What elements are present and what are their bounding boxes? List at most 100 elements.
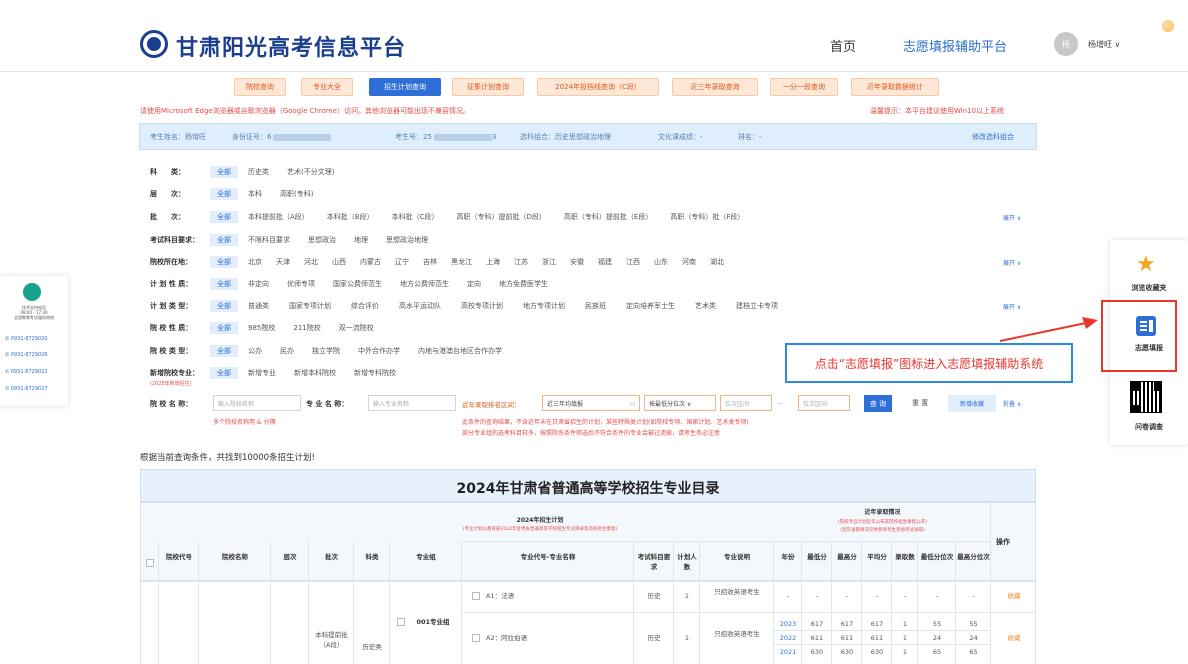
filter-option[interactable]: 地理 (354, 235, 368, 245)
filter-option[interactable]: 建档立卡专项 (736, 301, 778, 311)
tab-collect-plan-query[interactable]: 征集计划查询 (452, 78, 524, 96)
rank-max-input[interactable]: 位次区间 (798, 395, 850, 411)
filter-option[interactable]: 新增本科院校 (294, 368, 336, 378)
tab-major-list[interactable]: 专业大全 (301, 78, 353, 96)
filter-option[interactable]: 内蒙古 (360, 257, 381, 267)
filter-option[interactable]: 不限科目要求 (248, 235, 290, 245)
filter-option[interactable]: 河南 (682, 257, 696, 267)
filter-option[interactable]: 综合评价 (351, 301, 379, 311)
filter-option[interactable]: 艺术(不分文理) (287, 167, 334, 177)
row-checkbox[interactable] (472, 634, 480, 642)
filter-option[interactable]: 上海 (486, 257, 500, 267)
rank-min-input[interactable]: 位次区间 (720, 395, 772, 411)
browse-favorites-button[interactable]: 浏览收藏夹 (1110, 283, 1188, 293)
filter-option[interactable]: 中外合作办学 (358, 346, 400, 356)
filter-option[interactable]: 新增专科院校 (354, 368, 396, 378)
edit-subjects-link[interactable]: 修改选科组合 (972, 132, 1014, 142)
avg-select[interactable]: 近三年均填报 ▭ (542, 395, 640, 411)
add-favorite-button[interactable]: 新增收藏 (948, 395, 996, 412)
filter-all-option[interactable]: 全部 (210, 300, 238, 312)
group-checkbox[interactable] (397, 618, 405, 626)
filter-option[interactable]: 内地与港澳台地区合作办学 (418, 346, 502, 356)
filter-all-option[interactable]: 全部 (210, 345, 238, 357)
favorite-link[interactable]: 收藏 (992, 633, 1036, 643)
filter-option[interactable]: 北京 (248, 257, 262, 267)
school-name-input[interactable]: 输入院校名称 (213, 395, 301, 411)
site-title[interactable]: 甘肃阳光高考信息平台 (176, 30, 406, 62)
filter-option[interactable]: 本科批（B段） (327, 212, 374, 222)
nav-assist-link[interactable]: 志愿填报辅助平台 (903, 36, 1007, 55)
tab-admission-line-query[interactable]: 2024年投档线查询（C段） (537, 78, 659, 96)
filter-option[interactable]: 高职（专科）提前批（D段） (457, 212, 546, 222)
filter-option[interactable]: 普通类 (248, 301, 269, 311)
filter-option[interactable]: 非定向 (248, 279, 269, 289)
favorite-link[interactable]: 收藏 (992, 591, 1036, 601)
filter-option[interactable]: 地方免费医学生 (499, 279, 548, 289)
filter-expand-link[interactable]: 展开 ∨ (1003, 302, 1021, 311)
filter-option[interactable]: 山东 (654, 257, 668, 267)
filter-option[interactable]: 历史类 (248, 167, 269, 177)
tab-three-year-query[interactable]: 近三年录取查询 (672, 78, 758, 96)
filter-option[interactable]: 高校专项计划 (461, 301, 503, 311)
filter-all-option[interactable]: 全部 (210, 278, 238, 290)
filter-option[interactable]: 985院校 (248, 323, 275, 333)
filter-all-option[interactable]: 全部 (210, 188, 238, 200)
filter-option[interactable]: 黑龙江 (451, 257, 472, 267)
filter-option[interactable]: 优师专项 (287, 279, 315, 289)
filter-option[interactable]: 民族班 (585, 301, 606, 311)
tab-school-query[interactable]: 院校查询 (234, 78, 286, 96)
filter-option[interactable]: 艺术类 (695, 301, 716, 311)
survey-button[interactable]: 问卷调查 (1110, 422, 1188, 432)
search-button[interactable]: 查 询 (864, 395, 892, 412)
filter-option[interactable]: 浙江 (542, 257, 556, 267)
filter-option[interactable]: 山西 (332, 257, 346, 267)
filter-option[interactable]: 福建 (598, 257, 612, 267)
filter-option[interactable]: 双一流院校 (339, 323, 374, 333)
filter-option[interactable]: 地方公费师范生 (400, 279, 449, 289)
platform-logo-icon[interactable] (140, 30, 168, 58)
nav-home-link[interactable]: 首页 (830, 36, 856, 55)
reset-button[interactable]: 重 置 (912, 398, 928, 408)
filter-option[interactable]: 定向培养军士生 (626, 301, 675, 311)
filter-option[interactable]: 本科 (248, 189, 262, 199)
filter-option[interactable]: 高职(专科) (280, 189, 313, 199)
filter-option[interactable]: 江西 (626, 257, 640, 267)
filter-all-option[interactable]: 全部 (210, 234, 238, 246)
tab-plan-query[interactable]: 招生计划查询 (369, 78, 441, 96)
filter-option[interactable]: 高职（专科）提前批（E段） (564, 212, 652, 222)
filter-expand-link[interactable]: 展开 ∨ (1003, 213, 1021, 222)
filter-option[interactable]: 江苏 (514, 257, 528, 267)
filter-option[interactable]: 安徽 (570, 257, 584, 267)
filter-option[interactable]: 天津 (276, 257, 290, 267)
filter-option[interactable]: 思想政治地理 (386, 235, 428, 245)
filter-option[interactable]: 河北 (304, 257, 318, 267)
star-icon[interactable]: ★ (1136, 252, 1156, 277)
filter-option[interactable]: 高职（专科）批（F段） (670, 212, 744, 222)
header-checkbox[interactable] (146, 559, 154, 567)
filter-option[interactable]: 湖北 (710, 257, 724, 267)
filter-all-option[interactable]: 全部 (210, 322, 238, 334)
user-avatar[interactable]: 杨 (1054, 32, 1078, 56)
filter-option[interactable]: 本科批（C段） (392, 212, 439, 222)
tab-score-rank-query[interactable]: 一分一段查询 (770, 78, 838, 96)
filter-option[interactable]: 新增专业 (248, 368, 276, 378)
tab-admission-stats[interactable]: 近年录取数据统计 (851, 78, 939, 96)
filter-all-option[interactable]: 全部 (210, 256, 238, 268)
filter-option[interactable]: 吉林 (423, 257, 437, 267)
filter-option[interactable]: 地方专项计划 (523, 301, 565, 311)
filter-option[interactable]: 高水平运动队 (399, 301, 441, 311)
filter-option[interactable]: 国家专项计划 (289, 301, 331, 311)
qr-code-icon[interactable] (1130, 381, 1162, 413)
filter-option[interactable]: 国家公费师范生 (333, 279, 382, 289)
user-menu-dropdown[interactable]: 杨增旺 ∨ (1088, 39, 1120, 50)
filter-all-option[interactable]: 全部 (210, 211, 238, 223)
filter-option[interactable]: 民办 (280, 346, 294, 356)
row-checkbox[interactable] (472, 592, 480, 600)
filter-expand-link[interactable]: 展开 ∨ (1003, 258, 1021, 267)
filter-option[interactable]: 211院校 (293, 323, 320, 333)
major-name-input[interactable]: 输入专业名称 (368, 395, 456, 411)
filter-all-option[interactable]: 全部 (210, 166, 238, 178)
filter-all-option[interactable]: 全部 (210, 367, 238, 379)
filter-option[interactable]: 思想政治 (308, 235, 336, 245)
collapse-link[interactable]: 折叠 ∧ (1003, 399, 1021, 408)
